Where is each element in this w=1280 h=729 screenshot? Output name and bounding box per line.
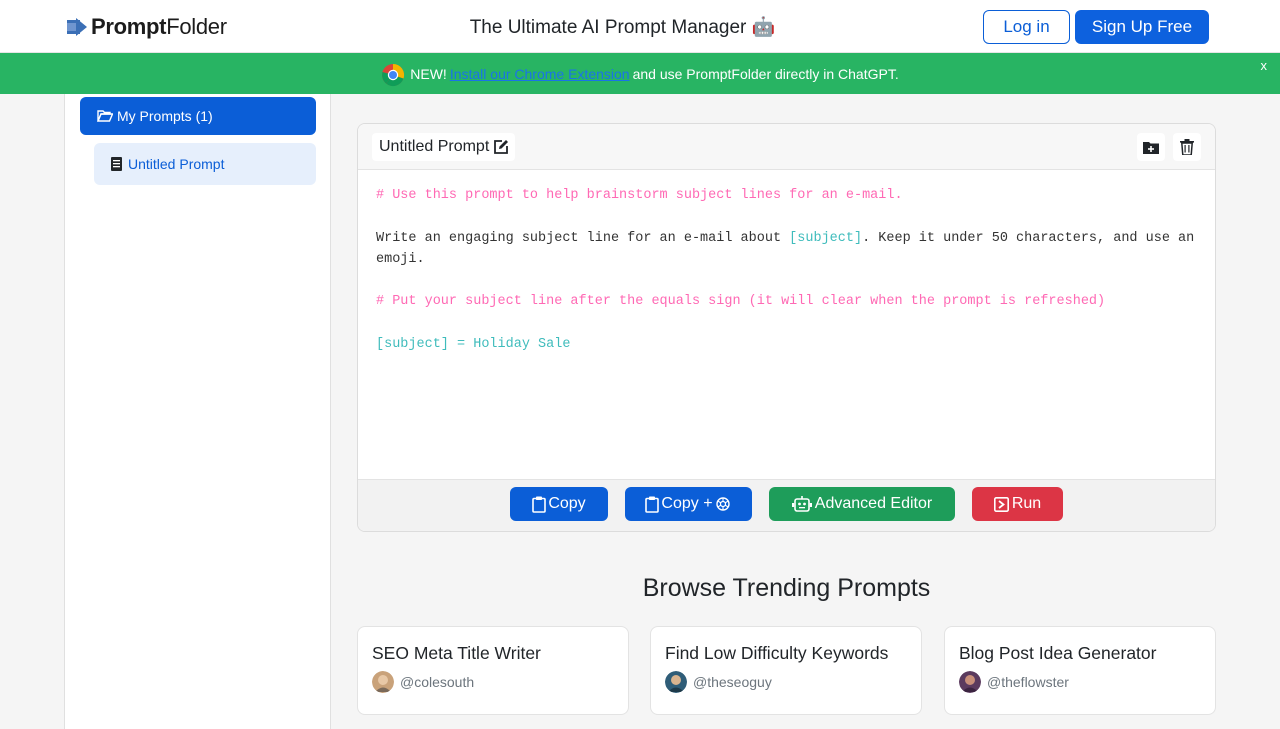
prompt-title-text: Untitled Prompt [379, 138, 490, 155]
document-icon [111, 157, 122, 171]
clipboard-icon [532, 496, 547, 513]
edit-icon[interactable] [493, 139, 509, 155]
chrome-icon [382, 63, 405, 86]
sidebar-item-label: Untitled Prompt [128, 156, 225, 172]
comment-line: # Put your subject line after the equals… [376, 294, 1106, 310]
card-username: @theflowster [987, 674, 1069, 690]
copy-plus-label: Copy + [661, 495, 713, 512]
folder-label: My Prompts (1) [117, 108, 213, 124]
clipboard-icon [645, 496, 660, 513]
trash-icon [1180, 139, 1194, 155]
trending-heading: Browse Trending Prompts [642, 574, 931, 602]
promo-banner: NEW! Install our Chrome Extension and us… [0, 53, 1280, 94]
copy-button[interactable]: Copy [510, 487, 608, 521]
new-folder-button[interactable] [1137, 133, 1165, 161]
delete-button[interactable] [1173, 133, 1201, 161]
chrome-extension-link[interactable]: Install our Chrome Extension [450, 66, 630, 82]
banner-text: and use PromptFolder directly in ChatGPT… [632, 65, 899, 82]
robot-icon [791, 496, 812, 512]
advanced-editor-label: Advanced Editor [814, 495, 933, 512]
copy-label: Copy [548, 495, 586, 512]
card-username: @theseoguy [693, 674, 772, 690]
avatar [959, 671, 981, 693]
run-icon [993, 496, 1009, 512]
card-title: Blog Post Idea Generator [959, 643, 1157, 663]
advanced-editor-button[interactable]: Advanced Editor [769, 487, 955, 521]
folder-plus-icon [1143, 141, 1159, 154]
openai-icon [715, 497, 730, 511]
banner-close-button[interactable]: x [1261, 58, 1268, 73]
editor-actions: Copy Copy + Advanced Editor Run [358, 479, 1215, 531]
trending-card[interactable]: Find Low Difficulty Keywords @theseoguy [650, 626, 922, 715]
folder-open-icon [97, 110, 113, 122]
banner-prefix: NEW! [410, 65, 447, 82]
avatar [372, 671, 394, 693]
comment-line: # Use this prompt to help brainstorm sub… [376, 188, 903, 203]
login-button[interactable]: Log in [983, 10, 1070, 44]
prompt-title[interactable]: Untitled Prompt [372, 133, 516, 161]
top-header: PromptFolder The Ultimate AI Prompt Mana… [0, 0, 1280, 53]
variable-assignment-line: [subject] = Holiday Sale [376, 337, 571, 353]
run-button[interactable]: Run [972, 487, 1063, 521]
editor-header: Untitled Prompt [358, 124, 1215, 170]
card-author[interactable]: @theseoguy [665, 671, 772, 693]
card-author[interactable]: @colesouth [372, 671, 474, 693]
card-author[interactable]: @theflowster [959, 671, 1069, 693]
copy-to-chatgpt-button[interactable]: Copy + [625, 487, 752, 521]
card-username: @colesouth [400, 674, 475, 690]
subject-variable: [subject] [789, 230, 863, 246]
prompt-editor-card: Untitled Prompt # Use this prompt to hel… [357, 123, 1216, 532]
card-title: Find Low Difficulty Keywords [665, 643, 889, 663]
prompt-text-editor[interactable]: # Use this prompt to help brainstorm sub… [376, 185, 1196, 355]
signup-button[interactable]: Sign Up Free [1075, 10, 1209, 44]
run-label: Run [1011, 495, 1042, 512]
avatar [665, 671, 687, 693]
card-title: SEO Meta Title Writer [372, 643, 541, 663]
sidebar: My Prompts (1) Untitled Prompt [64, 94, 331, 729]
trending-card[interactable]: Blog Post Idea Generator @theflowster [944, 626, 1216, 715]
trending-card[interactable]: SEO Meta Title Writer @colesouth [357, 626, 629, 715]
prompt-body-line: Write an engaging subject line for an e-… [376, 230, 1203, 267]
folder-my-prompts[interactable]: My Prompts (1) [80, 97, 316, 135]
sidebar-item-untitled-prompt[interactable]: Untitled Prompt [94, 143, 316, 185]
